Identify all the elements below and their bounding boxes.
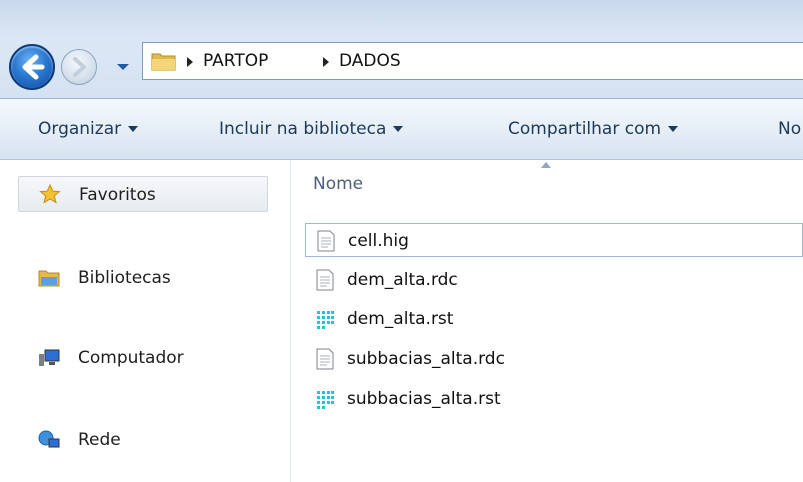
column-header-name[interactable]: Nome [297,160,803,208]
command-toolbar: Organizar Incluir na biblioteca Comparti… [0,99,803,160]
file-row[interactable]: dem_alta.rst [305,302,803,336]
file-name: subbacias_alta.rst [347,389,501,409]
breadcrumb-dados[interactable]: DADOS [339,51,401,71]
raster-icon [317,311,334,329]
breadcrumb-separator-icon [323,57,329,67]
address-input[interactable]: PARTOP DADOS [142,42,803,80]
sort-ascending-icon [541,162,551,168]
chevron-down-icon [393,126,404,132]
star-icon [39,184,61,204]
document-icon [317,230,335,252]
share-with-button[interactable]: Compartilhar com [508,118,679,140]
document-icon [316,348,334,370]
forward-button[interactable] [61,49,97,85]
nav-item-libraries[interactable]: Bibliotecas [18,260,268,296]
include-library-label: Incluir na biblioteca [219,119,387,139]
breadcrumb-partop[interactable]: PARTOP [203,51,268,71]
nav-item-computer[interactable]: Computador [18,340,268,376]
organize-label: Organizar [38,119,122,139]
file-row[interactable]: dem_alta.rdc [305,263,803,297]
arrow-right-icon [73,57,86,77]
recent-pages-button[interactable] [99,56,139,78]
include-in-library-button[interactable]: Incluir na biblioteca [219,118,404,140]
chevron-down-icon [128,126,139,132]
arrow-left-icon [22,54,45,80]
file-row[interactable]: cell.hig [305,223,803,257]
nav-label-network: Rede [78,430,121,450]
new-folder-label: No [778,119,802,139]
file-name: cell.hig [348,231,409,251]
file-name: subbacias_alta.rdc [347,349,505,369]
document-icon [316,269,334,291]
chevron-down-icon [668,126,679,132]
chevron-down-icon [117,64,129,70]
raster-icon [317,391,334,409]
breadcrumb-separator-icon [187,57,193,67]
share-with-label: Compartilhar com [508,119,662,139]
new-folder-button[interactable]: No [778,118,801,140]
nav-label-computer: Computador [78,348,184,368]
computer-icon [39,349,60,366]
file-row[interactable]: subbacias_alta.rdc [305,342,803,376]
nav-label-libraries: Bibliotecas [78,268,171,288]
file-name: dem_alta.rdc [347,270,458,290]
folder-icon [151,53,176,71]
organize-button[interactable]: Organizar [38,118,139,140]
nav-item-network[interactable]: Rede [18,422,268,458]
network-icon [38,430,60,448]
library-icon [38,270,60,287]
nav-label-favorites: Favoritos [79,185,156,205]
file-name: dem_alta.rst [347,309,454,329]
address-bar-area: PARTOP DADOS [0,0,803,99]
column-label-name: Nome [313,174,364,194]
file-row[interactable]: subbacias_alta.rst [305,382,803,416]
navigation-pane: Favoritos Bibliotecas Computador Rede [0,160,291,482]
nav-item-favorites[interactable]: Favoritos [18,176,268,212]
back-button[interactable] [9,44,55,90]
